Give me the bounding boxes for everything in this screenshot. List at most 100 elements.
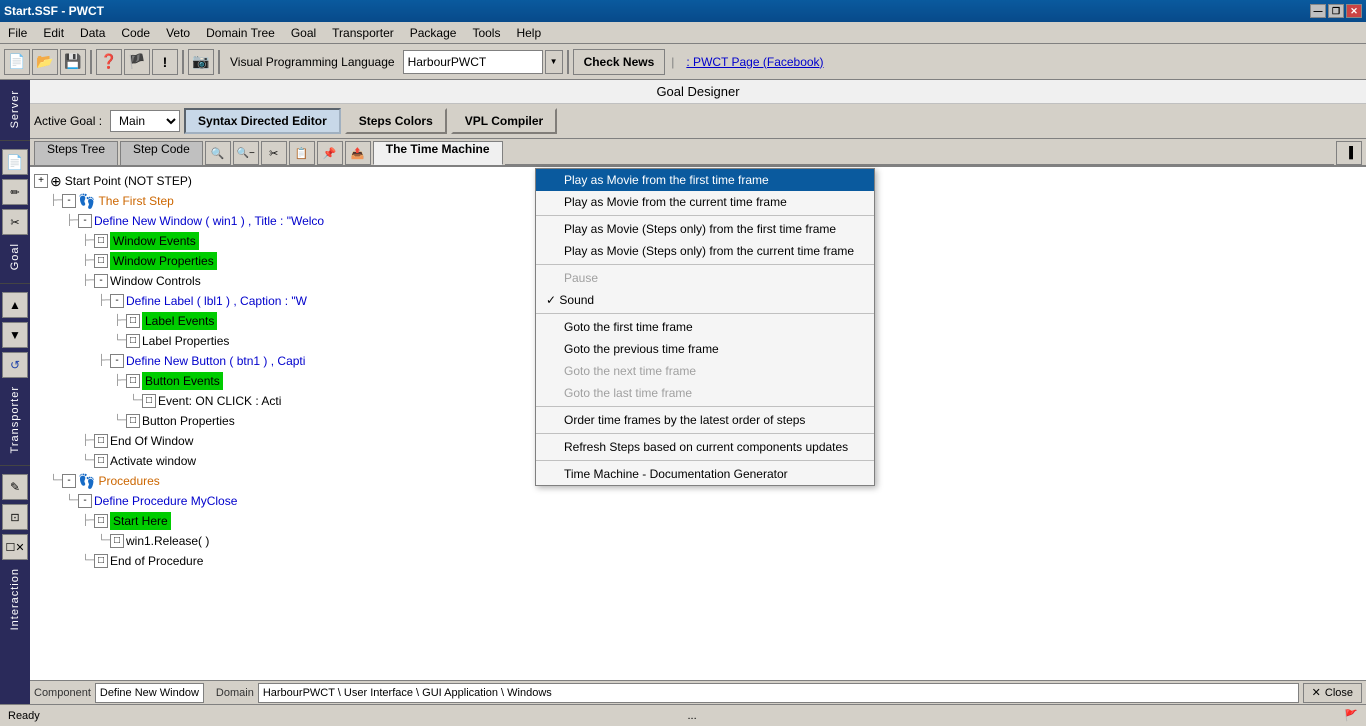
expander-8[interactable]: □ xyxy=(126,334,140,348)
sidebar-edit-btn[interactable]: ✏ xyxy=(2,179,28,205)
node-text-8: Label Properties xyxy=(142,332,229,350)
expander-19[interactable]: □ xyxy=(94,554,108,568)
tree-node-win1-release[interactable]: └─ □ win1.Release( ) xyxy=(34,531,1362,551)
paste-btn[interactable]: 📌 xyxy=(317,141,343,165)
expander-13[interactable]: □ xyxy=(94,434,108,448)
expander-1[interactable]: - xyxy=(62,194,76,208)
status-close-button[interactable]: ✕ Close xyxy=(1303,683,1362,703)
check-news-button[interactable]: Check News xyxy=(573,49,666,75)
expander-6[interactable]: - xyxy=(110,294,124,308)
expander-2[interactable]: - xyxy=(78,214,92,228)
syntax-directed-editor-btn[interactable]: Syntax Directed Editor xyxy=(184,108,341,134)
close-button[interactable]: ✕ xyxy=(1346,4,1362,18)
zoom-in-btn[interactable]: 🔍 xyxy=(205,141,231,165)
sidebar-window-btn[interactable]: ⊡ xyxy=(2,504,28,530)
sidebar-down-btn[interactable]: ▼ xyxy=(2,322,28,348)
node-text-17: Start Here xyxy=(110,512,171,530)
export-btn[interactable]: 📤 xyxy=(345,141,371,165)
menu-data[interactable]: Data xyxy=(72,24,113,42)
screenshot-button[interactable]: 📷 xyxy=(188,49,214,75)
goal-designer-title: Goal Designer xyxy=(30,80,1366,104)
new-file-button[interactable]: 📄 xyxy=(4,49,30,75)
vpl-dropdown[interactable]: HarbourPWCT xyxy=(403,50,543,74)
pwct-facebook-link[interactable]: : PWCT Page (Facebook) xyxy=(680,55,829,69)
tree-node-define-procedure[interactable]: └─ - Define Procedure MyClose xyxy=(34,491,1362,511)
restore-button[interactable]: ❐ xyxy=(1328,4,1344,18)
menu-transporter[interactable]: Transporter xyxy=(324,24,402,42)
tabs-bar: Steps Tree Step Code 🔍 🔍− ✂ 📋 📌 📤 The Ti… xyxy=(30,139,1366,167)
menu-play-steps-current[interactable]: Play as Movie (Steps only) from the curr… xyxy=(536,240,874,262)
toolbar-sep-2 xyxy=(182,50,184,74)
vpl-dropdown-arrow[interactable]: ▼ xyxy=(545,50,563,74)
zoom-out-btn[interactable]: 🔍− xyxy=(233,141,259,165)
tree-node-end-of-procedure[interactable]: └─ □ End of Procedure xyxy=(34,551,1362,571)
menu-goto-prev[interactable]: Goto the previous time frame xyxy=(536,338,874,360)
dropdown-sep-1 xyxy=(536,215,874,216)
tab-steps-tree[interactable]: Steps Tree xyxy=(34,141,118,165)
node-text-9: Define New Button ( btn1 ) , Capti xyxy=(126,352,305,370)
open-button[interactable]: 📂 xyxy=(32,49,58,75)
menu-help[interactable]: Help xyxy=(508,24,549,42)
menu-edit[interactable]: Edit xyxy=(35,24,72,42)
active-goal-select[interactable]: Main xyxy=(110,110,180,132)
menu-tools[interactable]: Tools xyxy=(464,24,508,42)
sidebar-up-btn[interactable]: ▲ xyxy=(2,292,28,318)
menu-package[interactable]: Package xyxy=(402,24,465,42)
sidebar-delete-btn[interactable]: ✂ xyxy=(2,209,28,235)
expander-10[interactable]: □ xyxy=(126,374,140,388)
node-text-6: Define Label ( lbl1 ) , Caption : "W xyxy=(126,292,307,310)
expander-12[interactable]: □ xyxy=(126,414,140,428)
menu-play-current[interactable]: Play as Movie from the current time fram… xyxy=(536,191,874,213)
menu-goto-next: Goto the next time frame xyxy=(536,360,874,382)
copy-btn[interactable]: 📋 xyxy=(289,141,315,165)
minimize-button[interactable]: — xyxy=(1310,4,1326,18)
vpl-compiler-btn[interactable]: VPL Compiler xyxy=(451,108,557,134)
node-text-14: Activate window xyxy=(110,452,196,470)
menu-veto[interactable]: Veto xyxy=(158,24,198,42)
menu-file[interactable]: File xyxy=(0,24,35,42)
help-button[interactable]: ❓ xyxy=(96,49,122,75)
menu-sound[interactable]: ✓ Sound xyxy=(536,289,874,311)
tab-time-machine[interactable]: The Time Machine xyxy=(373,141,503,165)
flag-button[interactable]: 🏴 xyxy=(124,49,150,75)
info-button[interactable]: ! xyxy=(152,49,178,75)
sidebar-divider-3 xyxy=(0,465,30,466)
menu-play-steps-first[interactable]: Play as Movie (Steps only) from the firs… xyxy=(536,218,874,240)
expander-0[interactable]: + xyxy=(34,174,48,188)
node-text-7: Label Events xyxy=(142,312,217,330)
menu-refresh-steps[interactable]: Refresh Steps based on current component… xyxy=(536,436,874,458)
menu-order-frames[interactable]: Order time frames by the latest order of… xyxy=(536,409,874,431)
expander-17[interactable]: □ xyxy=(94,514,108,528)
node-text-5: Window Controls xyxy=(110,272,201,290)
cut-btn[interactable]: ✂ xyxy=(261,141,287,165)
expander-3[interactable]: □ xyxy=(94,234,108,248)
menu-play-first[interactable]: Play as Movie from the first time frame xyxy=(536,169,874,191)
expander-16[interactable]: - xyxy=(78,494,92,508)
menu-code[interactable]: Code xyxy=(113,24,158,42)
expander-11[interactable]: □ xyxy=(142,394,156,408)
expander-4[interactable]: □ xyxy=(94,254,108,268)
expander-5[interactable]: - xyxy=(94,274,108,288)
menu-goal[interactable]: Goal xyxy=(283,24,324,42)
tree-node-start-here[interactable]: ├─ □ Start Here xyxy=(34,511,1362,531)
expander-9[interactable]: - xyxy=(110,354,124,368)
sidebar-cross-btn[interactable]: ☐✕ xyxy=(2,534,28,560)
steps-colors-btn[interactable]: Steps Colors xyxy=(345,108,447,134)
node-text-18: win1.Release( ) xyxy=(126,532,209,550)
sidebar-pencil-btn[interactable]: ✎ xyxy=(2,474,28,500)
expander-15[interactable]: - xyxy=(62,474,76,488)
expander-7[interactable]: □ xyxy=(126,314,140,328)
tab-scrollbar-btn[interactable]: ▐ xyxy=(1336,141,1362,165)
node-text-10: Button Events xyxy=(142,372,223,390)
domain-value: HarbourPWCT \ User Interface \ GUI Appli… xyxy=(263,687,552,699)
expander-14[interactable]: □ xyxy=(94,454,108,468)
menu-domain-tree[interactable]: Domain Tree xyxy=(198,24,283,42)
node-text-13: End Of Window xyxy=(110,432,193,450)
sidebar-new-goal-btn[interactable]: 📄 xyxy=(2,149,28,175)
sidebar-refresh-btn[interactable]: ↺ xyxy=(2,352,28,378)
menu-doc-generator[interactable]: Time Machine - Documentation Generator xyxy=(536,463,874,485)
tab-step-code[interactable]: Step Code xyxy=(120,141,203,165)
save-button[interactable]: 💾 xyxy=(60,49,86,75)
menu-goto-first[interactable]: Goto the first time frame xyxy=(536,316,874,338)
expander-18[interactable]: □ xyxy=(110,534,124,548)
